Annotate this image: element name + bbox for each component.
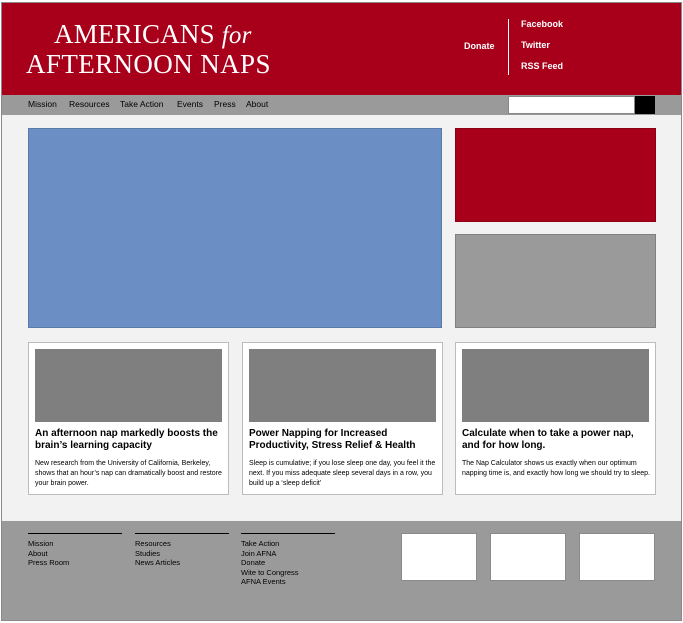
footer-link-join-afna[interactable]: Join AFNA (241, 549, 335, 559)
side-promo-gray[interactable] (455, 234, 656, 328)
nav-item-mission[interactable]: Mission (28, 99, 57, 109)
footer-link-donate[interactable]: Donate (241, 558, 335, 568)
article-summary: New research from the University of Cali… (35, 460, 222, 487)
article-thumbnail[interactable] (35, 349, 222, 422)
search-button[interactable] (635, 96, 655, 114)
article-thumbnail[interactable] (462, 349, 649, 422)
rss-feed-link[interactable]: RSS Feed (521, 61, 563, 82)
site-header: AMERICANS for AFTERNOON NAPS Donate Face… (2, 3, 681, 95)
site-footer: Mission About Press Room Resources Studi… (2, 521, 681, 620)
nav-item-take-action[interactable]: Take Action (120, 99, 163, 109)
search-input[interactable] (508, 96, 635, 114)
article-title[interactable]: Calculate when to take a power nap, and … (462, 428, 652, 452)
page: AMERICANS for AFTERNOON NAPS Donate Face… (1, 2, 682, 621)
article-summary: The Nap Calculator shows us exactly when… (462, 460, 650, 477)
article-card[interactable]: Calculate when to take a power nap, and … (455, 342, 656, 495)
donate-link[interactable]: Donate (464, 41, 495, 51)
nav-item-about[interactable]: About (246, 99, 268, 109)
nav-item-press[interactable]: Press (214, 99, 236, 109)
logo-for: for (221, 22, 252, 49)
article-title[interactable]: Power Napping for Increased Productivity… (249, 428, 439, 452)
footer-link-studies[interactable]: Studies (135, 549, 229, 559)
footer-link-about[interactable]: About (28, 549, 122, 559)
facebook-link[interactable]: Facebook (521, 19, 563, 40)
footer-link-mission[interactable]: Mission (28, 539, 122, 549)
footer-column-mission: Mission About Press Room (28, 533, 122, 568)
footer-link-news-articles[interactable]: News Articles (135, 558, 229, 568)
footer-column-resources: Resources Studies News Articles (135, 533, 229, 568)
logo-line-2: AFTERNOON NAPS (26, 49, 271, 79)
footer-badge[interactable] (579, 533, 655, 581)
footer-column-take-action: Take Action Join AFNA Donate Wite to Con… (241, 533, 335, 587)
footer-link-afna-events[interactable]: AFNA Events (241, 577, 335, 587)
article-thumbnail[interactable] (249, 349, 436, 422)
side-promo-red[interactable] (455, 128, 656, 222)
social-links: Facebook Twitter RSS Feed (521, 19, 563, 82)
footer-badge[interactable] (401, 533, 477, 581)
nav-item-resources[interactable]: Resources (69, 99, 110, 109)
main-nav: Mission Resources Take Action Events Pre… (2, 95, 681, 115)
logo-americans: AMERICANS (54, 19, 215, 49)
article-summary: Sleep is cumulative; if you lose sleep o… (249, 460, 436, 487)
hero-banner[interactable] (28, 128, 442, 328)
header-divider (508, 19, 509, 75)
footer-link-take-action[interactable]: Take Action (241, 539, 335, 549)
article-card[interactable]: An afternoon nap markedly boosts the bra… (28, 342, 229, 495)
footer-badge[interactable] (490, 533, 566, 581)
logo-line-1: AMERICANS for (54, 19, 252, 49)
article-title[interactable]: An afternoon nap markedly boosts the bra… (35, 428, 225, 452)
article-card[interactable]: Power Napping for Increased Productivity… (242, 342, 443, 495)
footer-link-press-room[interactable]: Press Room (28, 558, 122, 568)
footer-link-write-to-congress[interactable]: Wite to Congress (241, 568, 335, 578)
twitter-link[interactable]: Twitter (521, 40, 563, 61)
nav-item-events[interactable]: Events (177, 99, 203, 109)
footer-link-resources[interactable]: Resources (135, 539, 229, 549)
